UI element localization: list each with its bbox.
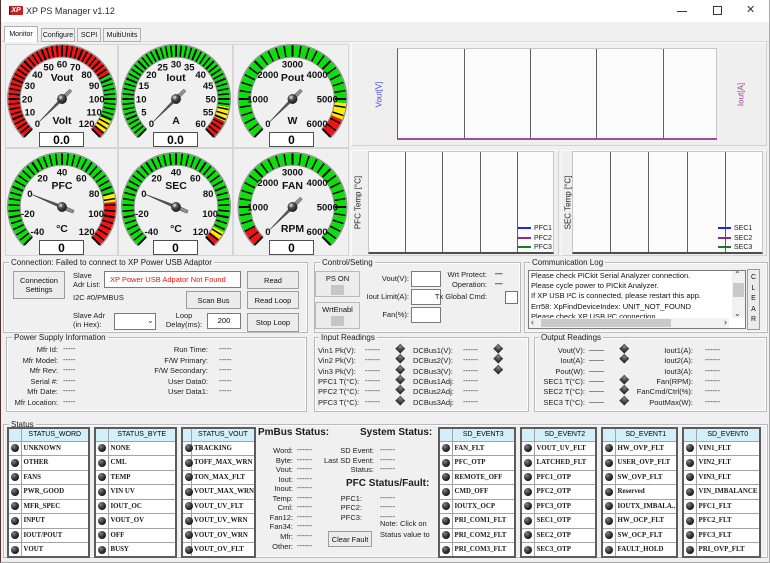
svg-text:SEC: SEC (165, 180, 187, 192)
svg-text:-40: -40 (145, 227, 159, 238)
svg-text:80: 80 (203, 189, 214, 200)
svg-text:80: 80 (89, 189, 100, 200)
svg-text:2000: 2000 (257, 70, 278, 81)
svg-text:Volt: Volt (52, 115, 72, 127)
svg-text:60: 60 (190, 173, 201, 184)
svg-text:40: 40 (32, 70, 43, 81)
svg-text:120: 120 (79, 119, 95, 130)
svg-text:120: 120 (79, 227, 95, 238)
svg-text:RPM: RPM (280, 223, 304, 235)
svg-text:20: 20 (151, 173, 162, 184)
svg-text:W: W (287, 115, 297, 127)
svg-text:6000: 6000 (306, 119, 327, 130)
svg-text:-20: -20 (135, 209, 149, 220)
svg-text:20: 20 (37, 173, 48, 184)
svg-text:Iout: Iout (166, 72, 186, 84)
svg-text:60: 60 (195, 119, 206, 130)
svg-text:FAN: FAN (282, 180, 303, 192)
svg-text:50: 50 (206, 94, 217, 105)
svg-text:10: 10 (25, 108, 36, 119)
svg-text:60: 60 (57, 60, 68, 71)
svg-text:4000: 4000 (306, 178, 327, 189)
svg-text:4000: 4000 (306, 70, 327, 81)
svg-text:10: 10 (136, 94, 147, 105)
svg-text:1000: 1000 (247, 94, 268, 105)
svg-text:°C: °C (170, 223, 182, 235)
svg-text:60: 60 (76, 173, 87, 184)
svg-text:100: 100 (202, 209, 218, 220)
svg-text:40: 40 (57, 168, 68, 179)
svg-text:15: 15 (139, 81, 150, 92)
svg-text:120: 120 (193, 227, 209, 238)
svg-text:3000: 3000 (281, 168, 302, 179)
svg-text:°C: °C (56, 223, 68, 235)
svg-text:0: 0 (35, 119, 40, 130)
svg-text:20: 20 (146, 70, 157, 81)
svg-text:1000: 1000 (247, 202, 268, 213)
svg-text:-20: -20 (21, 209, 35, 220)
svg-text:2000: 2000 (257, 178, 278, 189)
svg-text:PFC: PFC (52, 180, 73, 192)
svg-text:100: 100 (88, 209, 104, 220)
svg-text:90: 90 (89, 81, 100, 92)
svg-text:40: 40 (195, 70, 206, 81)
svg-text:110: 110 (86, 108, 101, 119)
svg-text:45: 45 (203, 81, 214, 92)
svg-text:Vout: Vout (51, 72, 74, 84)
svg-text:3000: 3000 (281, 60, 302, 71)
svg-text:0: 0 (265, 119, 270, 130)
svg-text:0: 0 (265, 227, 270, 238)
svg-text:35: 35 (184, 62, 195, 73)
svg-text:6000: 6000 (306, 227, 327, 238)
svg-text:20: 20 (22, 94, 33, 105)
svg-text:55: 55 (203, 108, 214, 119)
svg-text:5000: 5000 (316, 94, 337, 105)
svg-text:5000: 5000 (316, 202, 337, 213)
svg-text:Pout: Pout (280, 72, 304, 84)
svg-text:80: 80 (81, 70, 92, 81)
svg-text:100: 100 (89, 94, 105, 105)
svg-text:5: 5 (141, 108, 147, 119)
svg-text:30: 30 (25, 81, 36, 92)
svg-text:40: 40 (171, 168, 182, 179)
svg-text:30: 30 (171, 60, 182, 71)
svg-text:A: A (172, 115, 180, 127)
svg-text:-40: -40 (31, 227, 45, 238)
svg-text:0: 0 (149, 119, 154, 130)
